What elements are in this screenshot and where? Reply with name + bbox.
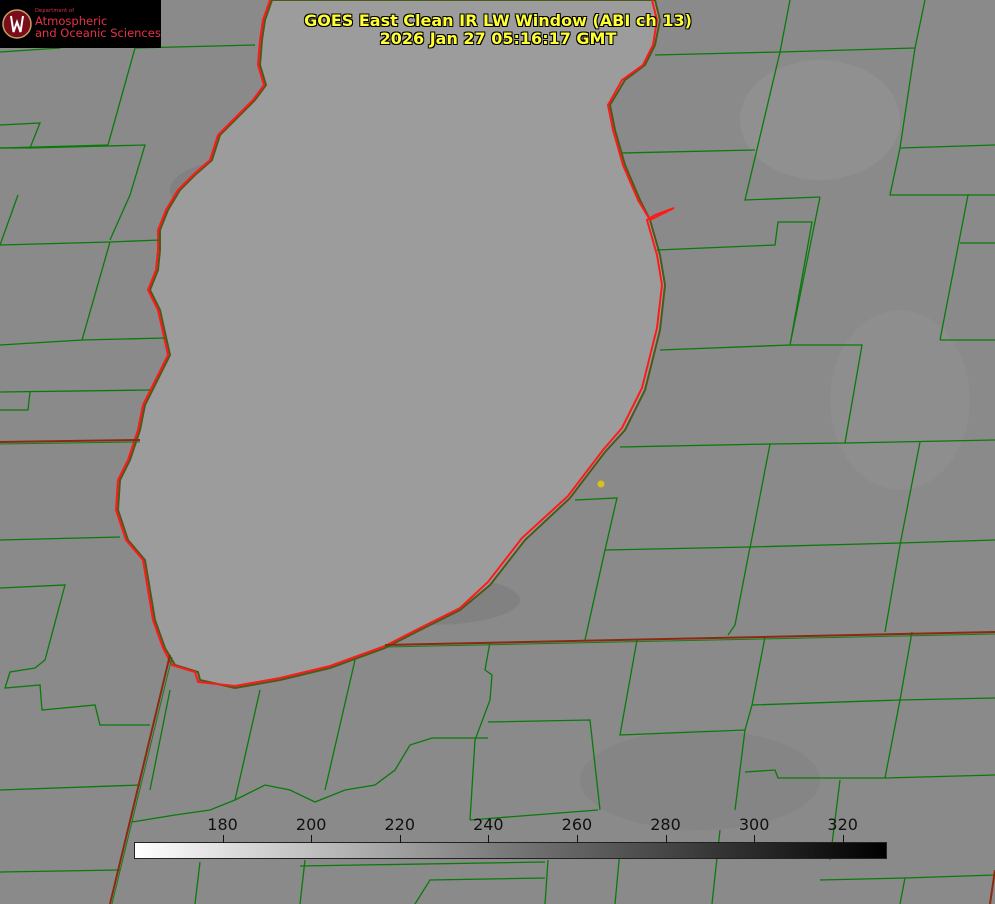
colorbar-tick xyxy=(311,835,313,843)
colorbar: 180 200 220 240 260 280 300 320 xyxy=(134,812,887,860)
colorbar-tick-label: 260 xyxy=(561,815,593,834)
colorbar-tick xyxy=(488,835,490,843)
colorbar-tick xyxy=(754,835,756,843)
title-line-2: 2026 Jan 27 05:16:17 GMT xyxy=(379,29,617,48)
uw-crest-icon xyxy=(2,9,32,39)
colorbar-tick-label: 200 xyxy=(295,815,327,834)
title-line-1: GOES East Clean IR LW Window (ABI ch 13) xyxy=(304,11,692,30)
image-title: GOES East Clean IR LW Window (ABI ch 13)… xyxy=(300,12,696,48)
colorbar-tick xyxy=(842,835,844,843)
logo-line-1: Atmospheric xyxy=(35,13,108,28)
colorbar-tick xyxy=(399,835,401,843)
colorbar-gradient xyxy=(134,842,887,859)
map-canvas xyxy=(0,0,995,904)
logo-text: Department of Atmospheric and Oceanic Sc… xyxy=(35,9,161,40)
colorbar-tick-label: 300 xyxy=(738,815,770,834)
colorbar-tick xyxy=(576,835,578,843)
location-marker xyxy=(597,480,605,488)
colorbar-tick-label: 240 xyxy=(473,815,504,834)
logo-line-2: and Oceanic Sciences xyxy=(35,25,161,40)
colorbar-tick-label: 220 xyxy=(384,815,416,834)
lake-michigan-water xyxy=(116,0,667,690)
colorbar-tick-label: 280 xyxy=(650,815,681,834)
colorbar-tick-label: 180 xyxy=(207,815,238,834)
colorbar-tick xyxy=(665,835,667,843)
colorbar-tick xyxy=(222,835,224,843)
colorbar-tick-label: 320 xyxy=(827,815,858,834)
aos-logo: Department of Atmospheric and Oceanic Sc… xyxy=(0,0,161,48)
